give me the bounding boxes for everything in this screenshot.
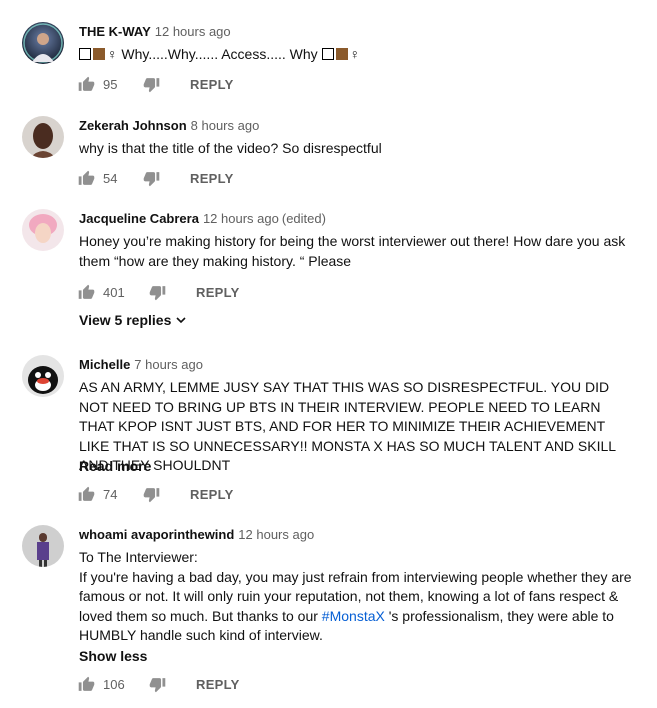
comment-text-line: If you're having a bad day, you may just… — [79, 568, 639, 646]
reply-button[interactable]: REPLY — [190, 77, 234, 92]
comment-actions: 106 REPLY — [78, 674, 240, 694]
comment-header: Michelle 7 hours ago — [79, 356, 203, 374]
comment-header: THE K-WAY 12 hours ago — [79, 23, 231, 41]
like-count: 401 — [103, 284, 125, 300]
avatar[interactable] — [22, 525, 64, 567]
dislike-icon[interactable] — [149, 676, 166, 693]
dislike-icon[interactable] — [143, 76, 160, 93]
comment-time[interactable]: 12 hours ago — [203, 211, 279, 226]
chevron-down-icon — [176, 317, 186, 324]
brown-square-icon — [335, 48, 348, 60]
comment-time[interactable]: 12 hours ago — [155, 24, 231, 39]
avatar[interactable] — [22, 116, 64, 158]
missing-glyph-icon — [321, 48, 334, 60]
comment-text: why is that the title of the video? So d… — [79, 140, 382, 156]
like-icon[interactable] — [78, 284, 95, 301]
author-name[interactable]: Michelle — [79, 357, 130, 372]
comment-text: Honey you’re making history for being th… — [79, 233, 626, 269]
like-count: 106 — [103, 676, 125, 692]
hashtag-link[interactable]: #MonstaX — [322, 608, 385, 624]
comment-time[interactable]: 7 hours ago — [134, 357, 203, 372]
avatar[interactable] — [22, 209, 64, 251]
reply-button[interactable]: REPLY — [190, 487, 234, 502]
author-name[interactable]: Jacqueline Cabrera — [79, 211, 199, 226]
avatar[interactable] — [22, 22, 64, 64]
reply-button[interactable]: REPLY — [190, 171, 234, 186]
comment-text: ♀ Why.....Why...... Access..... Why ♀ — [79, 45, 639, 65]
comment-text-part: ♀ — [349, 46, 361, 62]
avatar[interactable] — [22, 355, 64, 397]
like-icon[interactable] — [78, 486, 95, 503]
like-icon[interactable] — [78, 676, 95, 693]
comment-text: To The Interviewer: If you're having a b… — [79, 548, 639, 646]
comment-actions: 401 REPLY — [78, 282, 240, 302]
view-replies-button[interactable]: View 5 replies — [79, 312, 186, 328]
edited-label: (edited) — [281, 211, 326, 226]
author-name[interactable]: THE K-WAY — [79, 24, 151, 39]
comment-text-part: ♀ Why.....Why...... Access..... Why — [107, 46, 318, 62]
comment-time[interactable]: 12 hours ago — [238, 527, 314, 542]
comment-actions: 95 REPLY — [78, 74, 234, 94]
comment-actions: 54 REPLY — [78, 168, 234, 188]
comment-text-line: To The Interviewer: — [79, 549, 198, 565]
comment-actions: 74 REPLY — [78, 484, 234, 504]
brown-square-icon — [93, 48, 105, 60]
view-replies-label: View 5 replies — [79, 312, 172, 328]
dislike-icon[interactable] — [143, 170, 160, 187]
reply-button[interactable]: REPLY — [196, 677, 240, 692]
missing-glyph-icon — [79, 48, 91, 60]
like-icon[interactable] — [78, 170, 95, 187]
comment-time[interactable]: 8 hours ago — [191, 118, 260, 133]
comment-header: Zekerah Johnson 8 hours ago — [79, 117, 259, 135]
comment-text: AS AN ARMY, LEMME JUSY SAY THAT THIS WAS… — [79, 379, 616, 473]
reply-button[interactable]: REPLY — [196, 285, 240, 300]
author-name[interactable]: Zekerah Johnson — [79, 118, 187, 133]
like-count: 95 — [103, 76, 118, 92]
like-icon[interactable] — [78, 76, 95, 93]
comment-header: whoami avaporinthewind 12 hours ago — [79, 526, 314, 544]
like-count: 74 — [103, 486, 118, 502]
comment-header: Jacqueline Cabrera 12 hours ago (edited) — [79, 210, 326, 228]
dislike-icon[interactable] — [149, 284, 166, 301]
read-more-button[interactable]: Read more — [79, 458, 151, 474]
like-count: 54 — [103, 170, 118, 186]
dislike-icon[interactable] — [143, 486, 160, 503]
show-less-button[interactable]: Show less — [79, 648, 147, 664]
author-name[interactable]: whoami avaporinthewind — [79, 527, 234, 542]
